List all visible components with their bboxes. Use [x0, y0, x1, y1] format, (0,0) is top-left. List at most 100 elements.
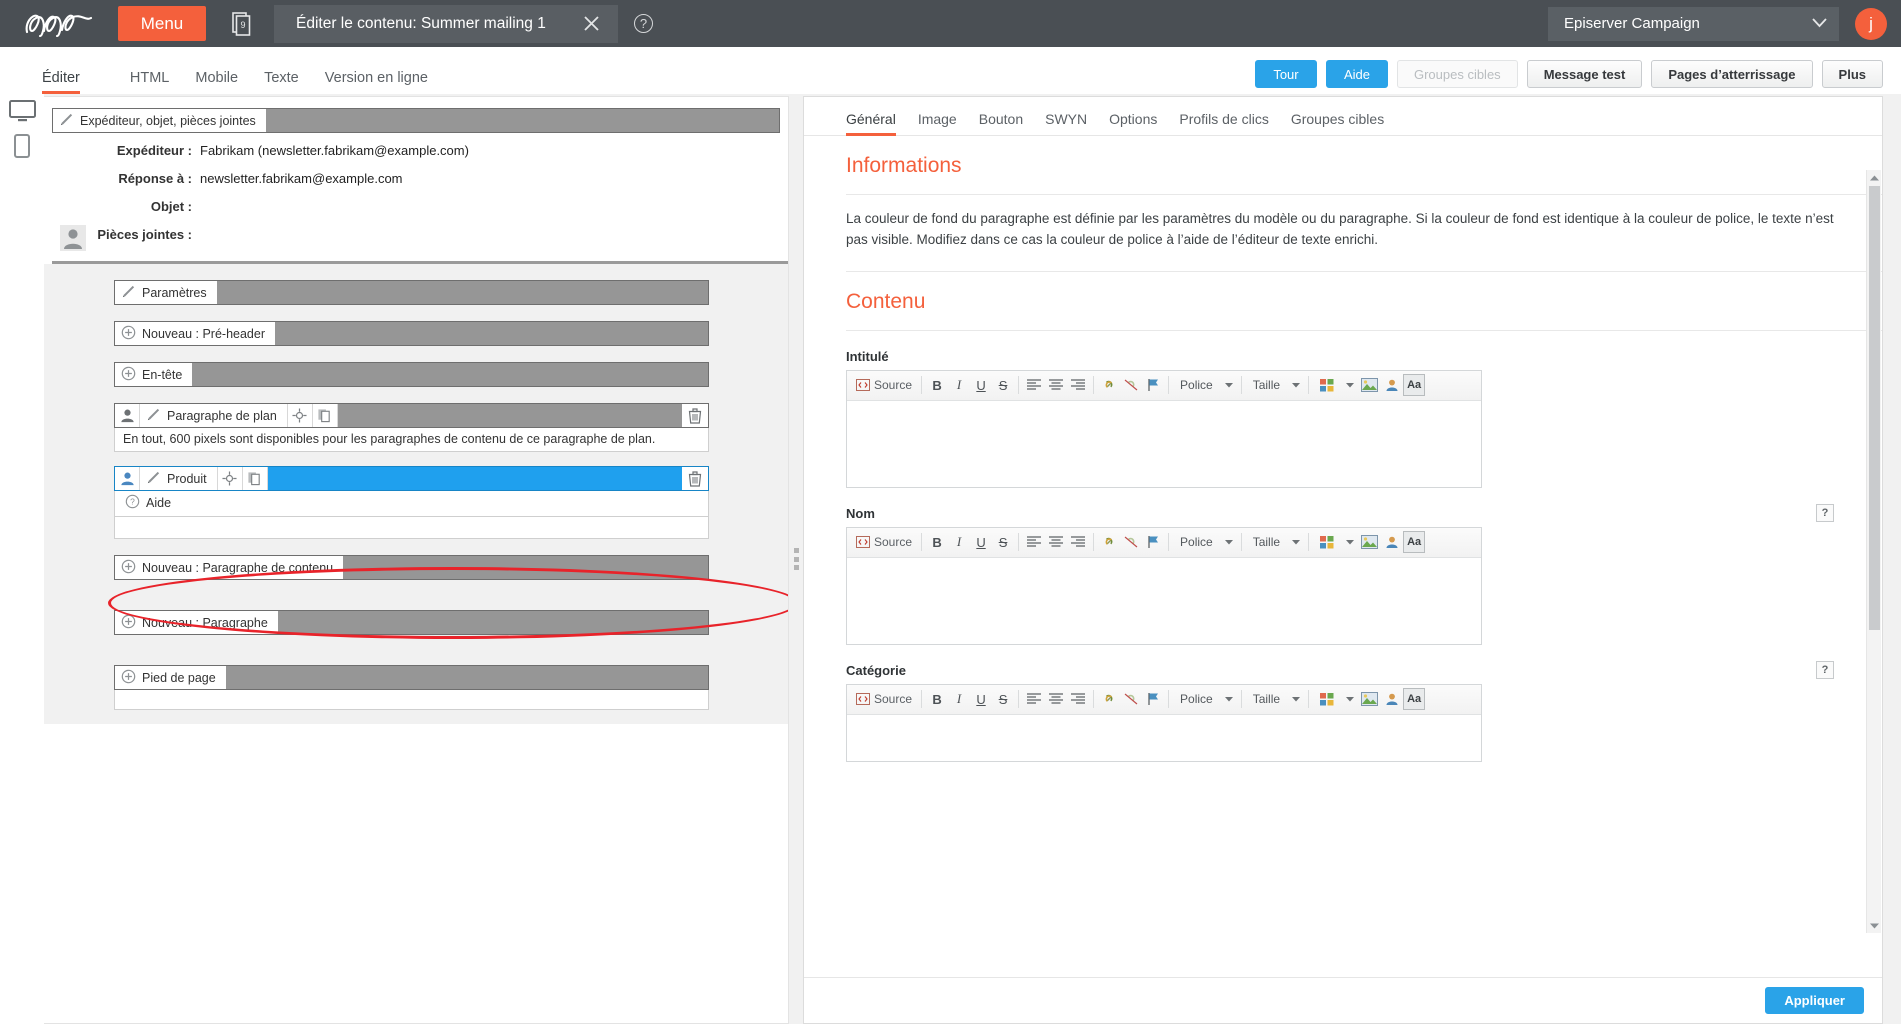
node-label-box[interactable]: En-tête — [115, 363, 193, 386]
tab-editer[interactable]: Éditer — [42, 70, 80, 94]
node-nouveau-paragraphe-contenu[interactable]: Nouveau : Paragraphe de contenu — [114, 555, 709, 580]
image-icon[interactable] — [1358, 688, 1381, 710]
target-icon[interactable] — [217, 467, 243, 490]
node-label-box[interactable]: Produit — [140, 467, 218, 490]
splitter-grip[interactable] — [793, 548, 799, 570]
align-right-icon[interactable] — [1067, 374, 1089, 396]
table-dropdown[interactable] — [1313, 374, 1358, 396]
rtab-general[interactable]: Général — [846, 111, 896, 136]
strikethrough-button[interactable]: S — [992, 374, 1014, 396]
app-selector[interactable]: Episerver Campaign — [1548, 6, 1839, 41]
editor-content-nom[interactable] — [847, 558, 1481, 644]
personalization-icon[interactable] — [1381, 374, 1403, 396]
documents-stack-icon[interactable]: 9 — [220, 0, 264, 47]
message-test-button[interactable]: Message test — [1526, 60, 1643, 88]
personalization-icon[interactable] — [1381, 531, 1403, 553]
unlink-icon[interactable] — [1120, 374, 1142, 396]
copy-icon[interactable] — [312, 404, 338, 427]
trash-icon[interactable] — [682, 404, 708, 427]
appliquer-button[interactable]: Appliquer — [1765, 987, 1864, 1014]
source-button[interactable]: Source — [851, 531, 917, 553]
document-tab[interactable]: Éditer le contenu: Summer mailing 1 — [274, 4, 618, 43]
underline-button[interactable]: U — [970, 531, 992, 553]
node-produit[interactable]: Produit — [114, 466, 709, 491]
target-icon[interactable] — [287, 404, 313, 427]
italic-button[interactable]: I — [948, 688, 970, 710]
caret-down-icon[interactable] — [1867, 918, 1882, 933]
node-parametres[interactable]: Paramètres — [114, 280, 709, 305]
help-badge-nom[interactable]: ? — [1816, 503, 1834, 522]
rtab-bouton[interactable]: Bouton — [979, 111, 1023, 135]
table-dropdown[interactable] — [1313, 688, 1358, 710]
produit-aide-row[interactable]: ? Aide — [114, 491, 709, 517]
node-label-box[interactable]: Nouveau : Paragraphe de contenu — [115, 556, 344, 579]
align-center-icon[interactable] — [1045, 531, 1067, 553]
link-icon[interactable] — [1098, 688, 1120, 710]
close-icon[interactable] — [580, 13, 602, 35]
size-dropdown[interactable]: Taille — [1246, 531, 1304, 553]
node-en-tete[interactable]: En-tête — [114, 362, 709, 387]
help-badge-categorie[interactable]: ? — [1816, 660, 1834, 679]
unlink-icon[interactable] — [1120, 531, 1142, 553]
align-center-icon[interactable] — [1045, 688, 1067, 710]
align-right-icon[interactable] — [1067, 688, 1089, 710]
align-center-icon[interactable] — [1045, 374, 1067, 396]
node-label-box[interactable]: Paragraphe de plan — [140, 404, 288, 427]
plus-button[interactable]: Plus — [1821, 60, 1883, 88]
font-dropdown[interactable]: Police — [1173, 531, 1237, 553]
image-icon[interactable] — [1358, 531, 1381, 553]
bold-button[interactable]: B — [926, 531, 948, 553]
node-bar[interactable]: Nouveau : Paragraphe de contenu — [114, 555, 709, 580]
rich-text-editor-categorie[interactable]: Source B I U S Police Taille Aa — [846, 683, 1482, 762]
aide-button[interactable]: Aide — [1325, 60, 1388, 88]
node-bar[interactable]: Paramètres — [114, 280, 709, 305]
rich-text-editor-nom[interactable]: Source B I U S Police Taille Aa — [846, 526, 1482, 645]
properties-scrollbar[interactable] — [1866, 170, 1881, 933]
anchor-flag-icon[interactable] — [1142, 374, 1164, 396]
source-button[interactable]: Source — [851, 688, 917, 710]
copy-icon[interactable] — [242, 467, 268, 490]
rtab-groupes-cibles[interactable]: Groupes cibles — [1291, 111, 1384, 135]
align-left-icon[interactable] — [1023, 688, 1045, 710]
underline-button[interactable]: U — [970, 688, 992, 710]
text-case-icon[interactable]: Aa — [1403, 531, 1426, 554]
node-bar[interactable]: Paragraphe de plan — [114, 403, 709, 428]
link-icon[interactable] — [1098, 531, 1120, 553]
node-label-box[interactable]: Paramètres — [115, 281, 217, 304]
person-icon[interactable] — [115, 404, 140, 427]
node-nouveau-paragraphe[interactable]: Nouveau : Paragraphe — [114, 610, 709, 635]
table-dropdown[interactable] — [1313, 531, 1358, 553]
align-right-icon[interactable] — [1067, 531, 1089, 553]
node-nouveau-preheader[interactable]: Nouveau : Pré-header — [114, 321, 709, 346]
align-left-icon[interactable] — [1023, 374, 1045, 396]
anchor-flag-icon[interactable] — [1142, 531, 1164, 553]
scrollbar-thumb[interactable] — [1869, 186, 1880, 630]
rtab-options[interactable]: Options — [1109, 111, 1157, 135]
rich-text-editor-intitule[interactable]: Source B I U S Police Taille Aa — [846, 369, 1482, 488]
desktop-preview-icon[interactable] — [0, 100, 44, 122]
link-icon[interactable] — [1098, 374, 1120, 396]
font-dropdown[interactable]: Police — [1173, 688, 1237, 710]
personalization-icon[interactable] — [1381, 688, 1403, 710]
node-bar[interactable]: Nouveau : Pré-header — [114, 321, 709, 346]
node-label-box[interactable]: Pied de page — [115, 666, 226, 689]
menu-button[interactable]: Menu — [118, 6, 206, 41]
anchor-flag-icon[interactable] — [1142, 688, 1164, 710]
tour-button[interactable]: Tour — [1254, 60, 1317, 88]
node-label-box[interactable]: Nouveau : Paragraphe — [115, 611, 278, 634]
trash-icon[interactable] — [682, 467, 708, 490]
node-paragraphe-de-plan[interactable]: Paragraphe de plan — [114, 403, 709, 428]
node-pied-de-page[interactable]: Pied de page — [114, 665, 709, 690]
text-case-icon[interactable]: Aa — [1403, 688, 1426, 711]
italic-button[interactable]: I — [948, 531, 970, 553]
sender-node-label-box[interactable]: Expéditeur, objet, pièces jointes — [53, 109, 266, 132]
source-button[interactable]: Source — [851, 374, 917, 396]
image-icon[interactable] — [1358, 374, 1381, 396]
tab-version-en-ligne[interactable]: Version en ligne — [325, 70, 428, 94]
tab-texte[interactable]: Texte — [264, 70, 299, 94]
italic-button[interactable]: I — [948, 374, 970, 396]
tab-html[interactable]: HTML — [130, 70, 169, 94]
text-case-icon[interactable]: Aa — [1403, 374, 1426, 397]
size-dropdown[interactable]: Taille — [1246, 688, 1304, 710]
editor-content-intitule[interactable] — [847, 401, 1481, 487]
